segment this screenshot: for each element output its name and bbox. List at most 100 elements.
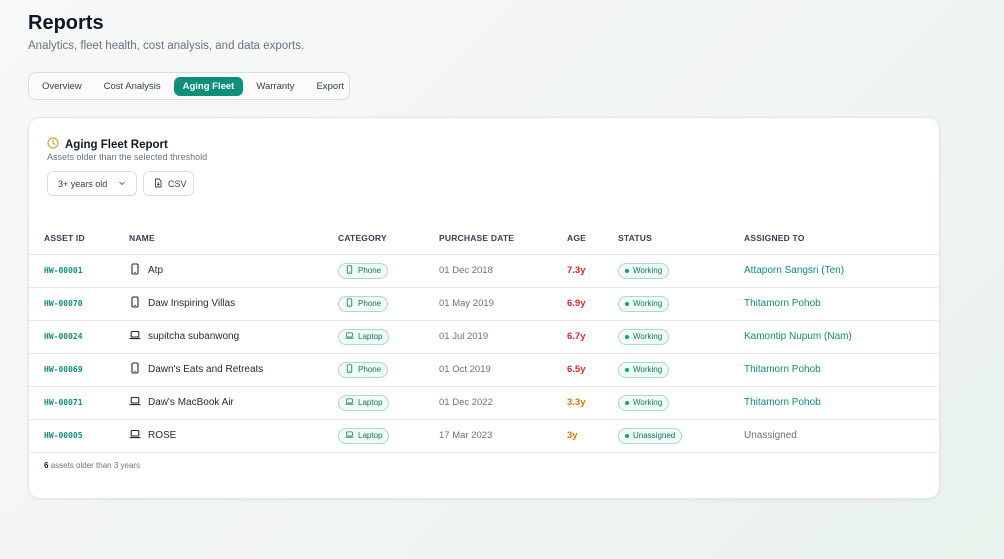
chevron-down-icon (118, 179, 126, 189)
asset-age: 3.3y (567, 397, 586, 408)
asset-id-link[interactable]: HW-00069 (44, 365, 83, 374)
purchase-date: 17 Mar 2023 (439, 430, 493, 441)
status-dot-icon (625, 367, 629, 372)
status-label: Working (633, 365, 663, 374)
category-badge: Laptop (338, 328, 390, 345)
asset-name: supitcha subanwong (148, 331, 240, 342)
tab-cost-analysis[interactable]: Cost Analysis (95, 77, 170, 96)
status-badge: Working (618, 394, 670, 411)
aging-fleet-card: Aging Fleet Report Assets older than the… (28, 117, 940, 499)
column-header-age: AGE (567, 222, 618, 255)
phone-icon (345, 364, 354, 375)
table-row[interactable]: HW-00024 supitcha subanwong Laptop 01 Ju… (29, 320, 940, 354)
aging-fleet-table: ASSET ID NAME CATEGORY PURCHASE DATE AGE… (29, 222, 940, 453)
column-header-name: NAME (129, 222, 338, 255)
table-row[interactable]: HW-00071 Daw's MacBook Air Laptop 01 Dec… (29, 386, 940, 420)
asset-name: Atp (148, 265, 164, 276)
tab-aging-fleet[interactable]: Aging Fleet (173, 76, 244, 96)
purchase-date: 01 May 2019 (439, 298, 494, 309)
status-label: Working (633, 266, 663, 275)
results-count: 6 (44, 461, 49, 470)
category-label: Laptop (358, 431, 383, 440)
tab-export[interactable]: Export (308, 77, 353, 96)
category-badge: Phone (338, 295, 389, 312)
table-row[interactable]: HW-00005 ROSE Laptop 17 Mar 2023 3y Unas… (29, 419, 940, 453)
page-title: Reports (28, 12, 104, 34)
threshold-value: 3+ years old (58, 178, 108, 189)
status-badge: Working (618, 262, 670, 279)
status-badge: Unassigned (618, 427, 683, 444)
status-dot-icon (625, 268, 629, 273)
status-dot-icon (625, 301, 629, 306)
column-header-category: CATEGORY (338, 222, 439, 255)
assigned-to[interactable]: Thitamorn Pohob (744, 397, 821, 408)
category-badge: Laptop (338, 394, 390, 411)
csv-label: CSV (168, 178, 187, 189)
asset-age: 6.7y (567, 331, 586, 342)
table-row[interactable]: HW-00001 Atp Phone 01 Dec 2018 7.3y Work… (29, 254, 940, 288)
phone-icon (129, 263, 141, 278)
phone-icon (129, 362, 141, 377)
asset-id-link[interactable]: HW-00024 (44, 332, 83, 341)
threshold-select[interactable]: 3+ years old (47, 171, 137, 196)
status-label: Working (633, 398, 663, 407)
asset-age: 3y (567, 430, 578, 441)
asset-id-link[interactable]: HW-00070 (44, 299, 83, 308)
status-label: Working (633, 332, 663, 341)
column-header-status: STATUS (618, 222, 744, 255)
page-subtitle: Analytics, fleet health, cost analysis, … (28, 40, 305, 52)
column-header-assigned-to: ASSIGNED TO (744, 222, 940, 255)
results-text: assets older than 3 years (50, 461, 141, 470)
report-tabs: Overview Cost Analysis Aging Fleet Warra… (28, 72, 350, 100)
asset-id-link[interactable]: HW-00001 (44, 266, 83, 275)
category-badge: Laptop (338, 427, 390, 444)
purchase-date: 01 Jul 2019 (439, 331, 489, 342)
status-badge: Working (618, 328, 670, 345)
category-label: Phone (358, 266, 382, 275)
laptop-icon (345, 397, 354, 408)
status-dot-icon (625, 400, 629, 405)
phone-icon (129, 296, 141, 311)
asset-id-link[interactable]: HW-00005 (44, 431, 83, 440)
laptop-icon (345, 331, 354, 342)
tab-warranty[interactable]: Warranty (247, 77, 303, 96)
asset-age: 6.9y (567, 298, 586, 309)
asset-name: Dawn's Eats and Retreats (148, 364, 264, 375)
status-dot-icon (625, 334, 629, 339)
column-header-asset-id: ASSET ID (29, 222, 129, 255)
asset-name: Daw Inspiring Villas (148, 298, 236, 309)
assigned-to[interactable]: Thitamorn Pohob (744, 298, 821, 309)
file-download-icon (153, 178, 163, 190)
laptop-icon (129, 329, 141, 344)
table-row[interactable]: HW-00070 Daw Inspiring Villas Phone 01 M… (29, 287, 940, 321)
assigned-to[interactable]: Kamontip Nupum (Nam) (744, 331, 852, 342)
purchase-date: 01 Oct 2019 (439, 364, 491, 375)
table-row[interactable]: HW-00069 Dawn's Eats and Retreats Phone … (29, 353, 940, 387)
asset-name: Daw's MacBook Air (148, 397, 234, 408)
report-subtitle: Assets older than the selected threshold (47, 152, 208, 162)
category-label: Phone (358, 299, 382, 308)
laptop-icon (129, 395, 141, 410)
asset-id-link[interactable]: HW-00071 (44, 398, 83, 407)
tab-overview[interactable]: Overview (33, 77, 91, 96)
asset-age: 7.3y (567, 265, 586, 276)
csv-export-button[interactable]: CSV (143, 171, 194, 196)
assigned-to: Unassigned (744, 430, 797, 441)
category-label: Laptop (358, 332, 383, 341)
category-label: Laptop (358, 398, 383, 407)
column-header-purchase-date: PURCHASE DATE (439, 222, 567, 255)
category-badge: Phone (338, 262, 389, 279)
table-body: HW-00001 Atp Phone 01 Dec 2018 7.3y Work… (29, 254, 940, 453)
assigned-to[interactable]: Thitamorn Pohob (744, 364, 821, 375)
category-label: Phone (358, 365, 382, 374)
asset-name: ROSE (148, 430, 177, 441)
status-dot-icon (625, 433, 629, 438)
category-badge: Phone (338, 361, 389, 378)
assigned-to[interactable]: Attaporn Sangsri (Ten) (744, 265, 844, 276)
results-summary: 6 assets older than 3 years (44, 461, 140, 470)
status-label: Working (633, 299, 663, 308)
purchase-date: 01 Dec 2022 (439, 397, 493, 408)
table-header-row: ASSET ID NAME CATEGORY PURCHASE DATE AGE… (29, 222, 940, 255)
phone-icon (345, 265, 354, 276)
laptop-icon (129, 428, 141, 443)
